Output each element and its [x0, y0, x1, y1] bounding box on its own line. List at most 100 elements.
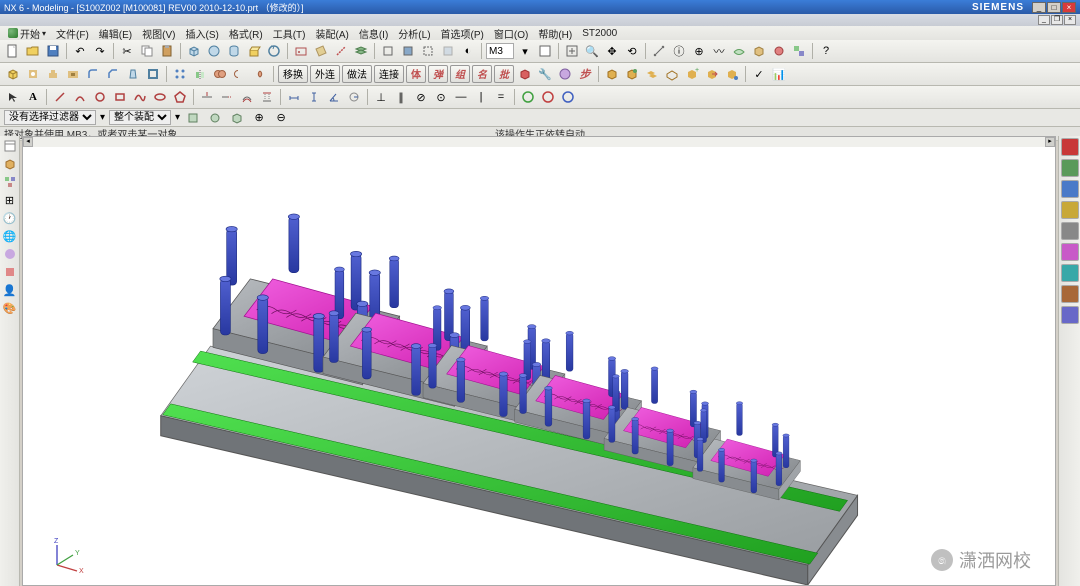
history-icon[interactable]: 🕐 [2, 210, 18, 226]
analysis-icon[interactable]: 📊 [770, 65, 788, 83]
info-icon[interactable]: ⓘ [670, 42, 688, 60]
mdi-minimize-button[interactable]: _ [1038, 15, 1050, 25]
menu-window[interactable]: 窗口(O) [490, 26, 532, 41]
dim-vert-icon[interactable] [305, 88, 323, 106]
help-icon[interactable]: ? [817, 42, 835, 60]
blue-circle-icon[interactable] [559, 88, 577, 106]
datum-axis-icon[interactable] [332, 42, 350, 60]
equal-icon[interactable]: = [492, 88, 510, 106]
pocket-icon[interactable] [64, 65, 82, 83]
horizontal-icon[interactable]: — [452, 88, 470, 106]
start-menu-button[interactable]: 开始 ▾ [4, 26, 50, 41]
vertical-icon[interactable]: | [472, 88, 490, 106]
palette-item[interactable] [1061, 285, 1079, 303]
navigator-icon[interactable] [2, 138, 18, 154]
window-list-icon[interactable] [536, 42, 554, 60]
menu-info[interactable]: 信息(I) [355, 26, 392, 41]
curve-icon[interactable]: 〰 [710, 42, 728, 60]
text-btn-5[interactable]: 体 [406, 65, 426, 83]
part-icon[interactable] [556, 65, 574, 83]
wireframe-icon[interactable] [379, 42, 397, 60]
undo-icon[interactable]: ↶ [71, 42, 89, 60]
new-icon[interactable] [4, 42, 22, 60]
text-btn-6[interactable]: 弹 [428, 65, 448, 83]
menu-prefs[interactable]: 首选项(P) [437, 26, 488, 41]
palette-item[interactable] [1061, 264, 1079, 282]
red-cube-icon[interactable] [516, 65, 534, 83]
palette-item[interactable] [1061, 138, 1079, 156]
paste-icon[interactable] [158, 42, 176, 60]
hidden-icon[interactable] [419, 42, 437, 60]
green-circle-icon[interactable] [519, 88, 537, 106]
filter-btn-3[interactable] [228, 109, 246, 127]
graphics-window[interactable]: ◂ ▸ [22, 136, 1056, 586]
unite-icon[interactable] [211, 65, 229, 83]
select-icon[interactable] [4, 88, 22, 106]
measure-icon[interactable] [650, 42, 668, 60]
scroll-left-button[interactable]: ◂ [23, 137, 33, 147]
palette-item[interactable] [1061, 306, 1079, 324]
feature-icon[interactable] [770, 42, 788, 60]
text-btn-1[interactable]: 移换 [278, 65, 308, 83]
filter-btn-4[interactable]: ⊕ [250, 109, 268, 127]
shell-icon[interactable] [144, 65, 162, 83]
rotate-icon[interactable]: ⟲ [623, 42, 641, 60]
intersect-icon[interactable] [251, 65, 269, 83]
minimize-button[interactable]: _ [1032, 2, 1046, 13]
open-icon[interactable] [24, 42, 42, 60]
fillet-icon[interactable] [84, 65, 102, 83]
browse-icon[interactable]: 🌐 [2, 228, 18, 244]
horizontal-scrollbar[interactable]: ◂ ▸ [23, 137, 1055, 147]
palette-item[interactable] [1061, 159, 1079, 177]
palette-item[interactable] [1061, 180, 1079, 198]
text-btn-9[interactable]: 批 [494, 65, 514, 83]
layers-icon[interactable] [352, 42, 370, 60]
palette-item[interactable] [1061, 201, 1079, 219]
constraint-icon[interactable]: ⊥ [372, 88, 390, 106]
tool-icon[interactable]: 🔧 [536, 65, 554, 83]
polygon-icon[interactable] [171, 88, 189, 106]
boss-icon[interactable] [44, 65, 62, 83]
shaded-icon[interactable] [399, 42, 417, 60]
gold-stack-icon[interactable] [643, 65, 661, 83]
gold-link-icon[interactable] [723, 65, 741, 83]
scroll-right-button[interactable]: ▸ [1045, 137, 1055, 147]
maximize-button[interactable]: □ [1047, 2, 1061, 13]
mdi-close-button[interactable]: × [1064, 15, 1076, 25]
scroll-track[interactable] [33, 137, 1045, 147]
menu-edit[interactable]: 编辑(E) [95, 26, 136, 41]
menu-help[interactable]: 帮助(H) [534, 26, 576, 41]
cylinder-icon[interactable] [225, 42, 243, 60]
transparent-icon[interactable] [439, 42, 457, 60]
revolve-icon[interactable] [265, 42, 283, 60]
gold-box2-icon[interactable] [623, 65, 641, 83]
menu-analysis[interactable]: 分析(L) [394, 26, 434, 41]
hole-icon[interactable] [24, 65, 42, 83]
line-icon[interactable] [51, 88, 69, 106]
gold-box-icon[interactable] [603, 65, 621, 83]
fit-icon[interactable] [563, 42, 581, 60]
redo-icon[interactable]: ↷ [91, 42, 109, 60]
box-icon[interactable] [4, 65, 22, 83]
ellipse-icon[interactable] [151, 88, 169, 106]
pan-icon[interactable]: ✥ [603, 42, 621, 60]
cut-icon[interactable]: ✂ [118, 42, 136, 60]
dim-angle-icon[interactable] [325, 88, 343, 106]
menu-format[interactable]: 格式(R) [225, 26, 267, 41]
pattern-icon[interactable] [171, 65, 189, 83]
assembly-icon[interactable] [790, 42, 808, 60]
text-btn-8[interactable]: 名 [472, 65, 492, 83]
part-nav-icon[interactable] [2, 156, 18, 172]
sphere-icon[interactable] [205, 42, 223, 60]
menu-insert[interactable]: 插入(S) [181, 26, 222, 41]
coincident-icon[interactable]: ⊙ [432, 88, 450, 106]
text-tool-icon[interactable]: A [24, 88, 42, 106]
close-button[interactable]: × [1062, 2, 1076, 13]
render-style-icon[interactable]: ◐ [459, 42, 477, 60]
tangent-icon[interactable]: ⊘ [412, 88, 430, 106]
palette-item[interactable] [1061, 243, 1079, 261]
save-icon[interactable] [44, 42, 62, 60]
copy-icon[interactable] [138, 42, 156, 60]
roles-icon[interactable]: 👤 [2, 282, 18, 298]
filter-select-1[interactable]: 没有选择过滤器 [4, 110, 96, 125]
